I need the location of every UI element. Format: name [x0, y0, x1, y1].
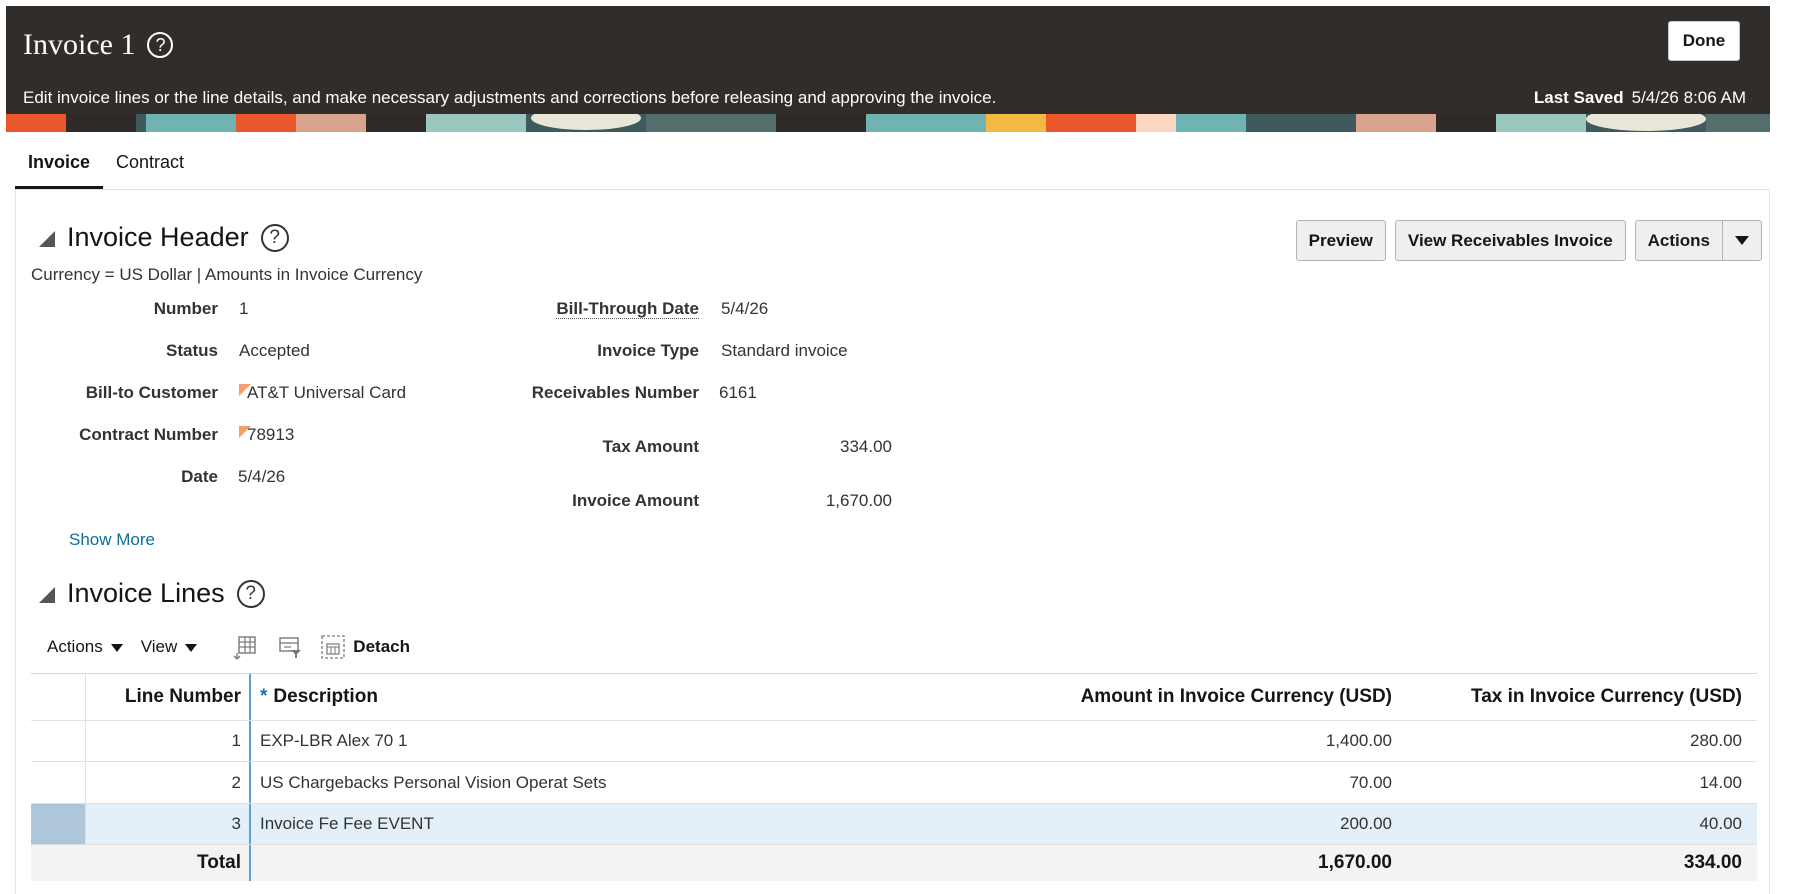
row-selector[interactable] [31, 804, 86, 844]
tab-bar: Invoice Contract [15, 143, 197, 190]
number-value: 1 [239, 299, 249, 318]
column-header-line-number[interactable]: Line Number [86, 674, 251, 720]
chevron-down-icon [110, 644, 123, 652]
last-saved-label: Last Saved [1533, 88, 1624, 107]
invoice-amount-label: Invoice Amount [572, 491, 699, 510]
description-cell: EXP-LBR Alex 70 1 [260, 731, 408, 750]
table-row[interactable]: 1 EXP-LBR Alex 70 1 1,400.00 280.00 [31, 721, 1757, 762]
total-label: Total [86, 845, 251, 881]
invoice-lines-section-title: Invoice Lines ? [39, 578, 265, 609]
column-header-amount[interactable]: Amount in Invoice Currency (USD) [752, 674, 1392, 720]
lines-view-menu[interactable]: View [141, 637, 198, 657]
invoice-amount-value: 1,670.00 [825, 491, 892, 510]
receivables-number-label: Receivables Number [531, 383, 699, 402]
chevron-down-icon [1735, 236, 1749, 245]
contract-number-value[interactable]: 78913 [239, 425, 294, 445]
chevron-down-icon [185, 644, 198, 652]
collapse-triangle-icon[interactable] [39, 231, 55, 247]
amount-cell: 70.00 [1349, 772, 1392, 792]
tax-cell: 14.00 [1699, 772, 1742, 792]
last-saved: Last Saved 5/4/26 8:06 AM [1534, 88, 1746, 108]
table-header-row: Line Number * Description Amount in Invoi… [31, 673, 1757, 721]
status-value: Accepted [239, 341, 310, 360]
bill-through-date-value: 5/4/26 [721, 299, 769, 318]
lines-actions-label: Actions [47, 637, 103, 656]
decorative-banner-pattern [6, 114, 1770, 132]
tax-amount-value: 334.00 [840, 437, 892, 456]
column-header-description[interactable]: * Description [252, 674, 752, 720]
done-button[interactable]: Done [1668, 21, 1740, 61]
tab-contract[interactable]: Contract [103, 143, 197, 190]
collapse-triangle-icon[interactable] [39, 587, 55, 603]
invoice-header-section-title: Invoice Header ? [39, 222, 289, 253]
tax-cell: 40.00 [1699, 814, 1742, 833]
lines-view-label: View [140, 637, 178, 656]
description-cell: Invoice Fe Fee EVENT [260, 814, 434, 833]
description-cell: US Chargebacks Personal Vision Operat Se… [260, 772, 607, 792]
row-selector[interactable] [31, 762, 86, 803]
row-selector-header [31, 674, 86, 720]
last-saved-value: 5/4/26 8:06 AM [1631, 88, 1746, 107]
freeze-columns-icon[interactable] [233, 634, 259, 660]
page-title: Invoice 1 [23, 28, 136, 61]
preview-button[interactable]: Preview [1295, 220, 1386, 261]
invoice-lines-toolbar: Actions View Detach [47, 632, 410, 662]
amount-cell: 200.00 [1340, 814, 1392, 833]
table-total-row: Total 1,670.00 334.00 [31, 845, 1757, 881]
bill-to-customer-text: AT&T Universal Card [247, 383, 407, 402]
page-header-banner: Invoice 1 ? Edit invoice lines or the li… [6, 6, 1770, 132]
total-description-spacer [252, 845, 752, 881]
invoice-header-title: Invoice Header [67, 222, 249, 252]
detach-label: Detach [353, 637, 410, 656]
question-circle-icon[interactable]: ? [260, 223, 289, 252]
total-amount: 1,670.00 [1318, 852, 1392, 873]
invoice-type-label: Invoice Type [597, 341, 699, 360]
table-row-selected[interactable]: 3 Invoice Fe Fee EVENT 200.00 40.00 [31, 804, 1757, 845]
required-marker: * [260, 686, 268, 707]
description-header-label: Description [273, 686, 378, 707]
line-number-cell: 2 [86, 762, 251, 803]
actions-button[interactable]: Actions [1636, 221, 1723, 260]
contract-number-label: Contract Number [79, 425, 218, 444]
invoice-type-value: Standard invoice [721, 341, 848, 360]
bill-through-date-label: Bill-Through Date [500, 299, 699, 319]
tax-amount-label: Tax Amount [602, 437, 699, 456]
receivables-number-value: 6161 [719, 383, 757, 402]
actions-dropdown-arrow-icon[interactable] [1723, 221, 1761, 260]
currency-note: Currency = US Dollar | Amounts in Invoic… [31, 265, 423, 284]
table-row[interactable]: 2 US Chargebacks Personal Vision Operat … [31, 762, 1757, 804]
bill-through-date-label-text: Bill-Through Date [556, 299, 699, 319]
column-header-tax[interactable]: Tax in Invoice Currency (USD) [1392, 674, 1742, 720]
actions-split-button: Actions [1634, 220, 1762, 261]
contract-number-text: 78913 [247, 425, 295, 444]
number-label: Number [153, 299, 218, 318]
amount-cell: 1,400.00 [1325, 731, 1392, 750]
invoice-lines-title: Invoice Lines [67, 578, 225, 608]
tab-invoice[interactable]: Invoice [15, 143, 104, 190]
total-spacer [31, 845, 86, 881]
show-more-link[interactable]: Show More [69, 530, 155, 550]
question-circle-icon[interactable]: ? [147, 32, 174, 58]
query-by-example-icon[interactable] [277, 634, 303, 660]
invoice-header-buttons: Preview View Receivables Invoice Actions [1295, 220, 1762, 261]
total-tax: 334.00 [1683, 852, 1742, 873]
page-subtitle: Edit invoice lines or the line details, … [23, 88, 997, 107]
bill-to-customer-label: Bill-to Customer [85, 383, 218, 402]
row-selector[interactable] [31, 721, 86, 761]
detach-icon [321, 635, 345, 659]
line-number-cell: 1 [86, 721, 251, 761]
detach-button[interactable]: Detach [321, 635, 410, 659]
line-number-cell: 3 [86, 804, 251, 844]
status-label: Status [166, 341, 218, 360]
date-value: 5/4/26 [238, 467, 286, 486]
lines-actions-menu[interactable]: Actions [47, 637, 123, 657]
bill-to-customer-value[interactable]: AT&T Universal Card [239, 383, 406, 403]
date-label: Date [181, 467, 218, 486]
tax-cell: 280.00 [1690, 731, 1742, 750]
view-receivables-invoice-button[interactable]: View Receivables Invoice [1394, 220, 1626, 261]
question-circle-icon[interactable]: ? [236, 579, 265, 608]
